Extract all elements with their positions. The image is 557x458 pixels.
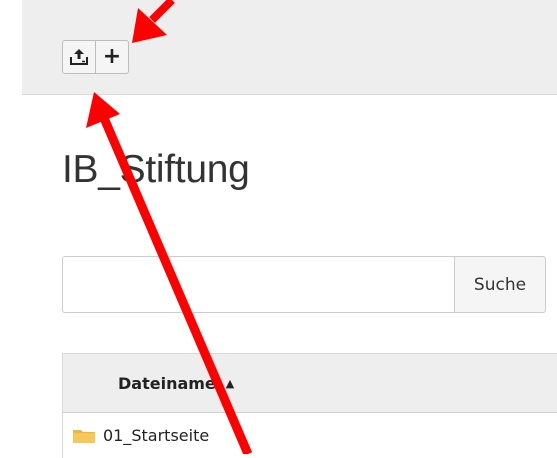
plus-icon: +	[102, 44, 122, 69]
search-bar: Suche	[62, 256, 546, 313]
page-title: IB_Stiftung	[62, 148, 250, 191]
column-header-dateiname[interactable]: Dateiname ▲	[62, 353, 557, 413]
left-margin	[0, 0, 22, 454]
upload-icon	[69, 48, 89, 66]
file-table: Dateiname ▲ 01_Startseite	[62, 353, 557, 458]
sort-ascending-icon: ▲	[225, 376, 235, 390]
column-header-label: Dateiname	[118, 373, 216, 393]
table-row[interactable]: 01_Startseite	[62, 413, 557, 458]
add-button[interactable]: +	[95, 40, 129, 74]
search-input[interactable]	[62, 256, 454, 313]
upload-button[interactable]	[62, 40, 96, 74]
toolbar: +	[22, 0, 557, 95]
folder-icon	[73, 429, 95, 443]
file-name[interactable]: 01_Startseite	[103, 426, 209, 445]
toolbar-button-group: +	[62, 40, 129, 74]
search-button[interactable]: Suche	[454, 256, 546, 313]
